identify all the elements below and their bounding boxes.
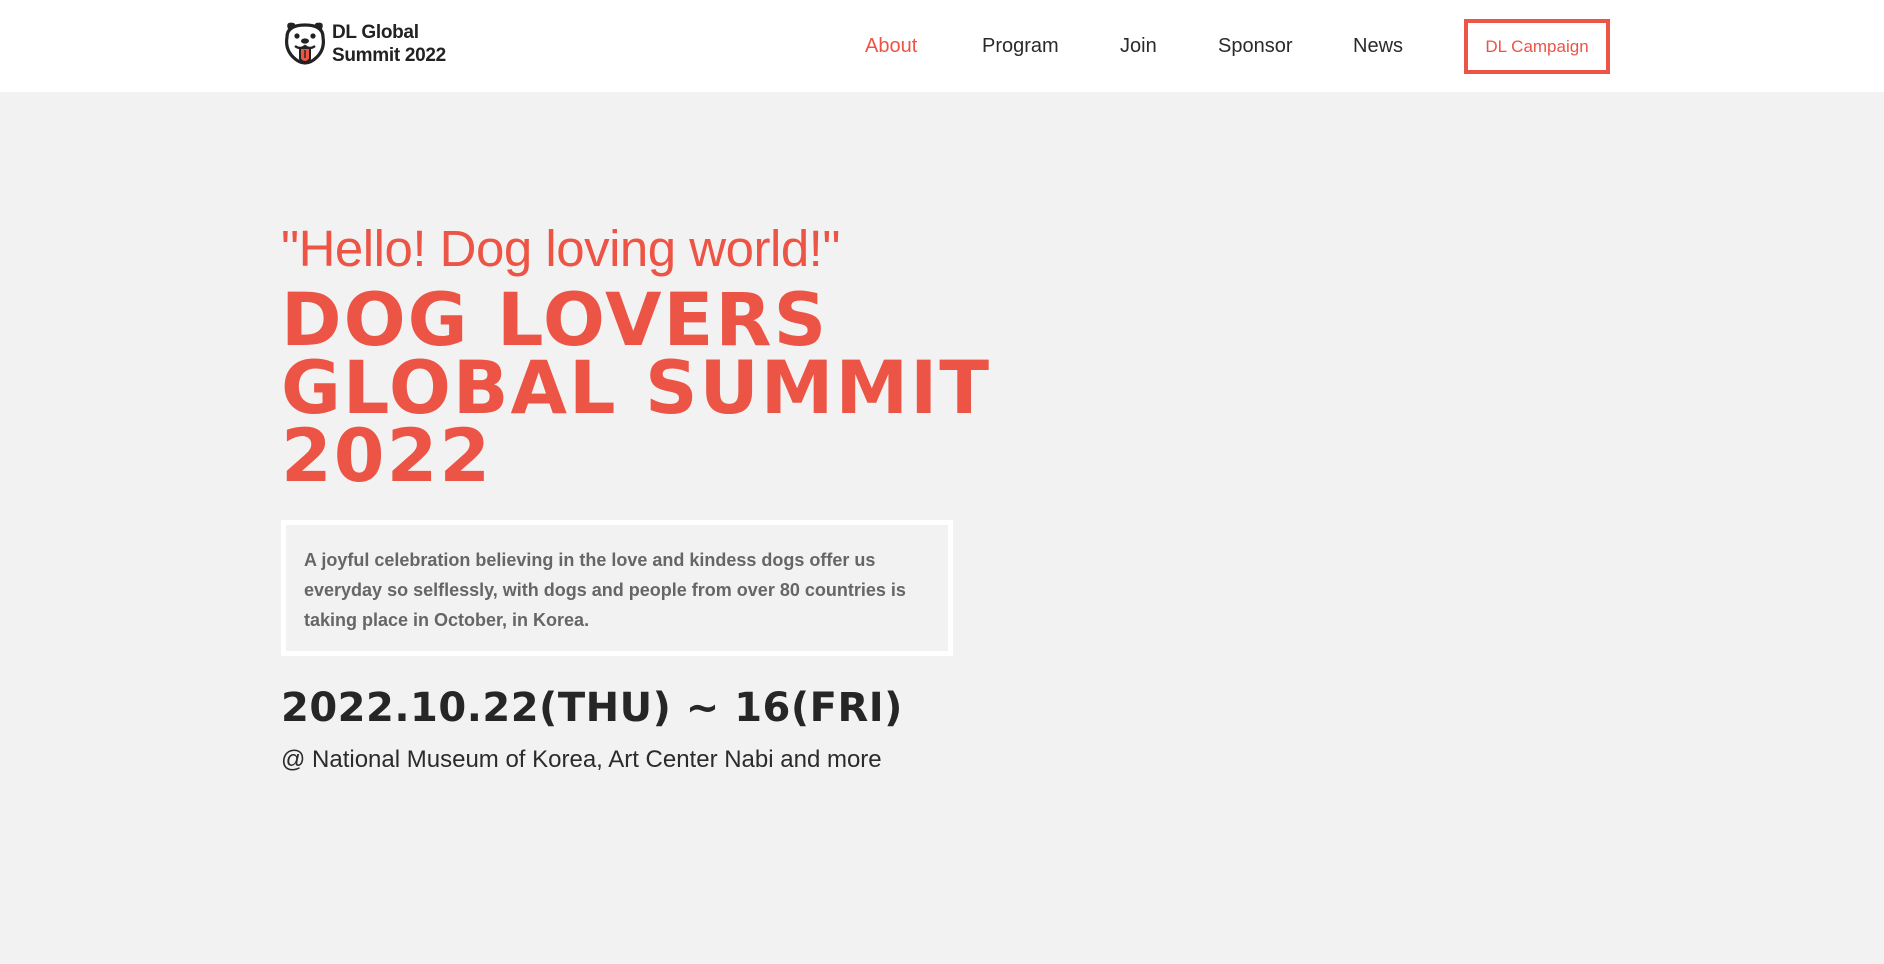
- event-dates: 2022.10.22(THU) ~ 16(FRI): [281, 685, 903, 731]
- hero-title: DOG LOVERS GLOBAL SUMMIT 2022: [281, 278, 1001, 499]
- nav-item-program[interactable]: Program: [982, 33, 1059, 59]
- site-header: DL Global Summit 2022 About Program Join…: [0, 0, 1884, 92]
- hero-title-line: 2022: [281, 414, 493, 499]
- nav-item-news[interactable]: News: [1353, 33, 1403, 59]
- dl-campaign-button[interactable]: DL Campaign: [1464, 19, 1610, 74]
- event-venue: @ National Museum of Korea, Art Center N…: [281, 746, 882, 773]
- hero-title-line: GLOBAL SUMMIT: [281, 346, 992, 431]
- hero-description: A joyful celebration believing in the lo…: [281, 520, 953, 656]
- nav-item-about[interactable]: About: [865, 33, 917, 59]
- nav-item-sponsor[interactable]: Sponsor: [1218, 33, 1293, 59]
- nav-item-join[interactable]: Join: [1120, 33, 1157, 59]
- hero-title-line: DOG LOVERS: [281, 278, 829, 363]
- hero-tagline: "Hello! Dog loving world!": [281, 220, 840, 277]
